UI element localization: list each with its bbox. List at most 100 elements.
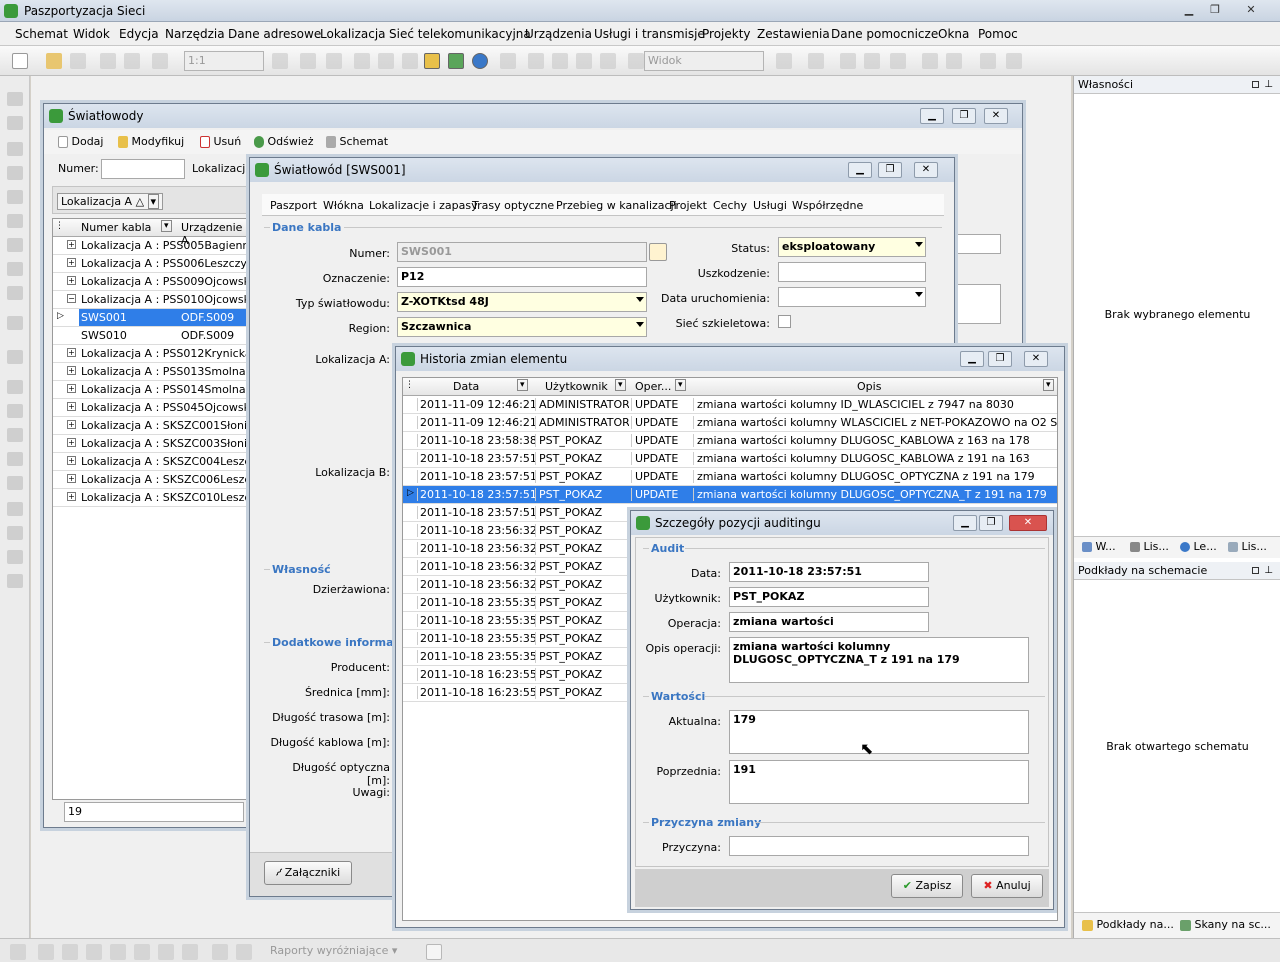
tab-le[interactable]: Le... <box>1180 540 1217 553</box>
pin-icon[interactable]: ⊥ <box>1264 565 1273 576</box>
tool-f-icon[interactable] <box>922 53 938 69</box>
fibers-close-button[interactable]: ✕ <box>984 108 1008 124</box>
page-icon[interactable] <box>500 53 516 69</box>
table-row[interactable]: ▷ 2011-10-18 23:57:51 PST_POKAZ UPDATE zmian… <box>403 486 1057 504</box>
table-icon[interactable] <box>354 53 370 69</box>
rect-tool-icon[interactable] <box>7 214 23 228</box>
info-icon[interactable] <box>472 53 488 69</box>
desc-filter-icon[interactable]: ▾ <box>1043 379 1054 391</box>
expand-icon[interactable]: + <box>67 348 76 357</box>
user-filter-icon[interactable]: ▾ <box>615 379 626 391</box>
delete-tool-icon[interactable] <box>7 452 23 466</box>
tab-lis-2[interactable]: Lis... <box>1228 540 1267 553</box>
tool-i-icon[interactable] <box>1006 53 1022 69</box>
detail-close-button[interactable]: ✕ <box>914 162 938 178</box>
designation-field[interactable]: P12 <box>397 267 647 287</box>
table-row[interactable]: 2011-11-09 12:46:21 ADMINISTRATOR UPDATE zm… <box>403 396 1057 414</box>
zoom-combo[interactable]: 1:1 <box>184 51 264 71</box>
menu-urzadzenia[interactable]: Urządzenia <box>525 27 592 41</box>
tab-wspolrzedne[interactable]: Współrzędne <box>792 199 863 212</box>
status-tool-10-icon[interactable] <box>236 944 252 960</box>
table-row[interactable]: + Lokalizacja A : SKSZC004Leszczyno <box>53 453 248 471</box>
maximize-button[interactable]: ❐ <box>1204 2 1226 18</box>
table-row[interactable]: 2011-10-18 23:58:38 PST_POKAZ UPDATE zmiana… <box>403 432 1057 450</box>
table-row[interactable]: + Lokalizacja A : PSS005Bagienna 1; <box>53 237 248 255</box>
pin-icon[interactable]: ⊥ <box>1264 79 1273 90</box>
table-row[interactable]: −Lokalizacja A : PSS010Ojcowska 21 <box>53 291 248 309</box>
status-tool-2-icon[interactable] <box>38 944 54 960</box>
expand-icon[interactable]: + <box>67 456 76 465</box>
history-maximize-button[interactable]: ❐ <box>988 351 1012 367</box>
tab-skany[interactable]: Skany na sc... <box>1180 918 1271 931</box>
measure-tool-icon[interactable] <box>7 476 23 490</box>
table-row[interactable]: + Lokalizacja A : SKSZC001Słoniowa <box>53 417 248 435</box>
map-icon[interactable] <box>448 53 464 69</box>
select-tool-icon[interactable] <box>7 92 23 106</box>
previous-value-field[interactable]: 191 <box>729 760 1029 804</box>
tool-h-icon[interactable] <box>980 53 996 69</box>
cancel-button[interactable]: ✖ Anuluj <box>971 874 1043 898</box>
detail-maximize-button[interactable]: ❐ <box>878 162 902 178</box>
expand-icon[interactable]: + <box>67 492 76 501</box>
status-tool-7-icon[interactable] <box>158 944 174 960</box>
menu-okna[interactable]: Okna <box>938 27 969 41</box>
tool-c-icon[interactable] <box>840 53 856 69</box>
connect-tool-icon[interactable] <box>7 350 23 364</box>
split-tool-icon[interactable] <box>7 404 23 418</box>
tab-w[interactable]: W... <box>1082 540 1116 553</box>
layer2-icon[interactable] <box>326 53 342 69</box>
menu-zestawienia[interactable]: Zestawienia <box>757 27 830 41</box>
arrow-icon[interactable] <box>628 53 644 69</box>
tab-uslugi[interactable]: Usługi <box>753 199 787 212</box>
status-tool-1-icon[interactable] <box>10 944 26 960</box>
expand-icon[interactable]: + <box>67 366 76 375</box>
ruler-icon[interactable] <box>600 53 616 69</box>
attachments-button[interactable]: ⌇ Załączniki <box>264 861 352 885</box>
current-value-field[interactable]: 179 <box>729 710 1029 754</box>
table-row[interactable]: 2011-10-18 23:57:51 PST_POKAZ UPDATE zmiana… <box>403 450 1057 468</box>
op-filter-icon[interactable]: ▾ <box>675 379 686 391</box>
table-row[interactable]: + Lokalizacja A : PSS012Krynicka 3; <box>53 345 248 363</box>
tab-lokalizacje[interactable]: Lokalizacje i zapasy <box>369 199 478 212</box>
fibers-minimize-button[interactable]: ▁ <box>920 108 944 124</box>
copy-tool-icon[interactable] <box>7 502 23 516</box>
menu-edycja[interactable]: Edycja <box>119 27 159 41</box>
scheme-button[interactable]: Schemat <box>326 135 388 148</box>
type-select[interactable]: Z-XOTKtsd 48J <box>397 292 647 312</box>
table-row[interactable]: + Lokalizacja A : PSS045Ojcowska 36 <box>53 399 248 417</box>
expand-icon[interactable]: + <box>67 420 76 429</box>
menu-projekty[interactable]: Projekty <box>702 27 751 41</box>
col-operation[interactable]: Oper... <box>635 380 671 393</box>
status-tool-6-icon[interactable] <box>134 944 150 960</box>
menu-uslugi[interactable]: Usługi i transmisje <box>594 27 705 41</box>
align2-icon[interactable] <box>552 53 568 69</box>
status-tool-8-icon[interactable] <box>182 944 198 960</box>
history-close-button[interactable]: ✕ <box>1024 351 1048 367</box>
close-button[interactable]: ✕ <box>1240 2 1262 18</box>
save-icon[interactable] <box>70 53 86 69</box>
window-icon[interactable] <box>402 53 418 69</box>
new-document-icon[interactable] <box>12 53 28 69</box>
reports-dropdown[interactable]: Raporty wyróżniające ▾ <box>270 944 397 957</box>
col-user[interactable]: Użytkownik <box>545 380 608 393</box>
table-row[interactable]: + Lokalizacja A : PSS009Ojcowska 21 <box>53 273 248 291</box>
tab-lis-1[interactable]: Lis... <box>1130 540 1169 553</box>
menu-schemat[interactable]: Schemat <box>15 27 68 41</box>
audit-desc-field[interactable]: zmiana wartości kolumny DLUGOSC_OPTYCZNA… <box>729 637 1029 683</box>
start-date-picker[interactable] <box>778 287 926 307</box>
menu-siec[interactable]: Sieć telekomunikacyjna <box>389 27 531 41</box>
shape-tool-icon[interactable] <box>7 238 23 252</box>
zoom-icon[interactable] <box>272 53 288 69</box>
table-row[interactable]: 2011-10-18 23:57:51 PST_POKAZ UPDATE zmiana… <box>403 468 1057 486</box>
chart-icon[interactable] <box>424 53 440 69</box>
text-tool-icon[interactable] <box>7 262 23 276</box>
audit-close-button[interactable]: ✕ <box>1009 515 1047 531</box>
audit-user-field[interactable]: PST_POKAZ <box>729 587 929 607</box>
status-tool-3-icon[interactable] <box>62 944 78 960</box>
col-filter-icon[interactable]: ▾ <box>161 220 172 232</box>
group-chip[interactable]: Lokalizacja A △ ▾ <box>57 193 164 210</box>
status-select[interactable]: eksploatowany <box>778 237 926 257</box>
table-row[interactable]: + Lokalizacja A : SKSZC010Leszczyno <box>53 489 248 507</box>
modify-button[interactable]: Modyfikuj <box>118 135 184 148</box>
col-cable[interactable]: Numer kabla <box>81 221 151 234</box>
